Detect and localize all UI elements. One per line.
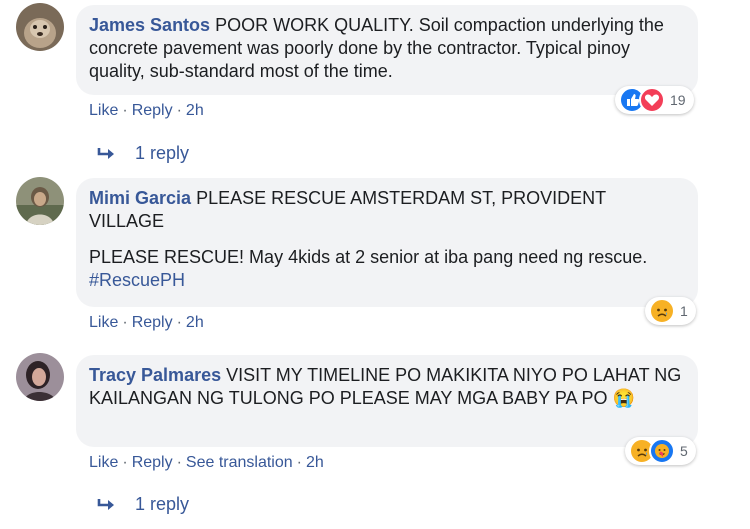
reply-arrow-icon <box>97 498 114 510</box>
comment-text: Mimi Garcia PLEASE RESCUE AMSTERDAM ST, … <box>89 187 684 233</box>
reaction-count: 5 <box>680 443 688 459</box>
like-link[interactable]: Like <box>89 454 118 471</box>
avatar-mimi-garcia[interactable] <box>16 177 64 225</box>
reaction-count: 1 <box>680 303 688 319</box>
hashtag-link[interactable]: #RescuePH <box>89 270 185 290</box>
reply-link[interactable]: Reply <box>132 454 173 471</box>
comment-author[interactable]: James Santos <box>89 15 210 35</box>
like-link[interactable]: Like <box>89 102 118 119</box>
reply-link[interactable]: Reply <box>132 314 173 331</box>
care-reaction-icon <box>649 438 675 464</box>
sad-reaction-icon <box>649 298 675 324</box>
reactions-summary[interactable]: 1 <box>645 297 696 325</box>
comment-text: James Santos POOR WORK QUALITY. Soil com… <box>89 14 684 83</box>
loudly-crying-emoji: 😭 <box>612 388 635 408</box>
comment-text: Tracy Palmares VISIT MY TIMELINE PO MAKI… <box>89 364 684 410</box>
avatar-james-santos[interactable] <box>16 3 64 51</box>
comment-actions: Like · Reply · See translation · 2h <box>89 454 324 471</box>
replies-count-label[interactable]: 1 reply <box>135 143 189 164</box>
love-reaction-icon <box>639 87 665 113</box>
comment-bubble: Tracy Palmares VISIT MY TIMELINE PO MAKI… <box>76 355 698 447</box>
comment-bubble: Mimi Garcia PLEASE RESCUE AMSTERDAM ST, … <box>76 178 698 307</box>
like-link[interactable]: Like <box>89 314 118 331</box>
reply-link[interactable]: Reply <box>132 102 173 119</box>
view-replies-button[interactable]: 1 reply <box>96 494 189 515</box>
comment-text: PLEASE RESCUE! May 4kids at 2 senior at … <box>89 246 684 292</box>
comment-body: PLEASE RESCUE! May 4kids at 2 senior at … <box>89 247 648 267</box>
comment-bubble: James Santos POOR WORK QUALITY. Soil com… <box>76 5 698 95</box>
comment-author[interactable]: Mimi Garcia <box>89 188 191 208</box>
comment-actions: Like · Reply · 2h <box>89 314 204 331</box>
replies-count-label[interactable]: 1 reply <box>135 494 189 515</box>
timestamp[interactable]: 2h <box>186 102 204 119</box>
timestamp[interactable]: 2h <box>306 454 324 471</box>
see-translation-link[interactable]: See translation <box>186 454 293 471</box>
comment-actions: Like · Reply · 2h <box>89 102 204 119</box>
reactions-summary[interactable]: 19 <box>615 86 694 114</box>
comment-author[interactable]: Tracy Palmares <box>89 365 221 385</box>
avatar-tracy-palmares[interactable] <box>16 353 64 401</box>
reply-arrow-icon <box>97 147 114 159</box>
view-replies-button[interactable]: 1 reply <box>96 143 189 164</box>
reaction-count: 19 <box>670 92 686 108</box>
reactions-summary[interactable]: 5 <box>625 437 696 465</box>
timestamp[interactable]: 2h <box>186 314 204 331</box>
